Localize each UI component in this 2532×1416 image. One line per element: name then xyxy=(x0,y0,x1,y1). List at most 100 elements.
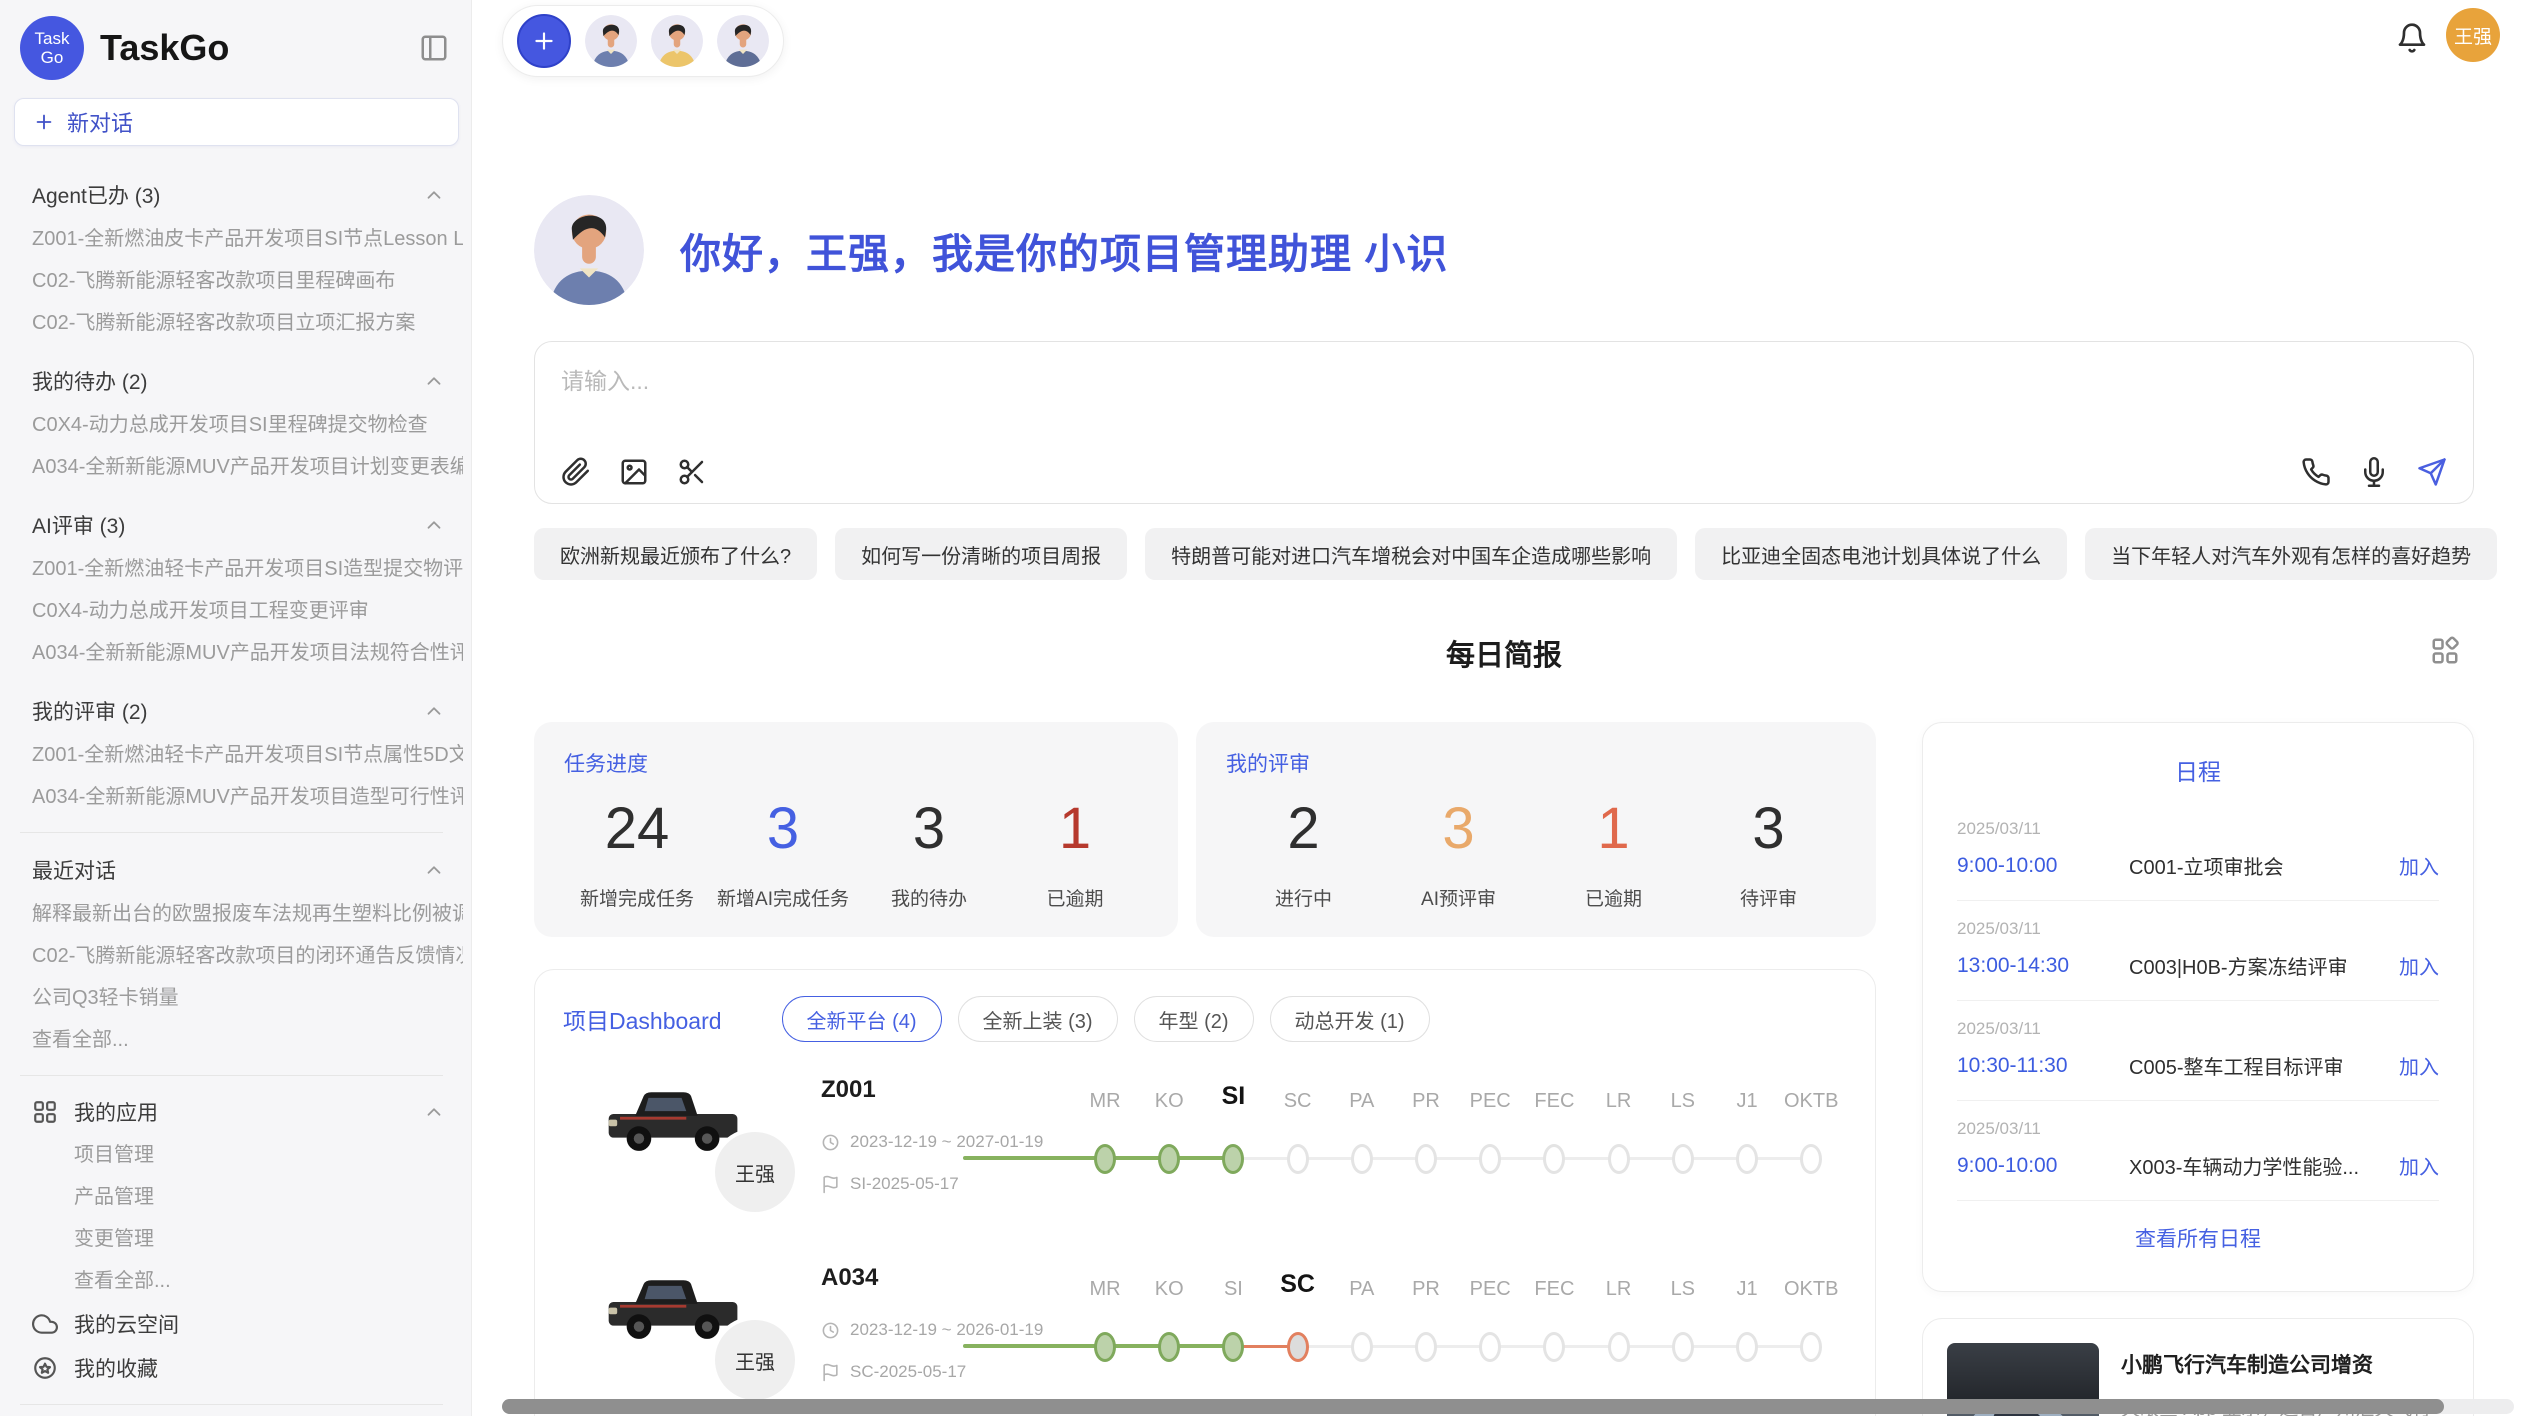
dashboard-filter[interactable]: 全新平台 (4) xyxy=(782,996,942,1042)
chat-composer[interactable]: 请输入... xyxy=(534,341,2474,504)
app-sub-item[interactable]: 变更管理 xyxy=(32,1218,463,1260)
sidebar-item[interactable]: C02-飞腾新能源轻客改款项目里程碑画布 xyxy=(32,260,463,302)
stat-label: AI预评审 xyxy=(1381,884,1536,911)
insert-image-icon[interactable] xyxy=(619,457,649,487)
suggestion-chip[interactable]: 欧洲新规最近颁布了什么? xyxy=(534,528,817,580)
join-event-link[interactable]: 加入 xyxy=(2399,851,2439,880)
notifications-bell-icon[interactable] xyxy=(2396,22,2428,54)
sidebar-item[interactable]: A034-全新新能源MUV产品开发项目造型可行性评审 xyxy=(32,776,463,818)
recent-conversation-item[interactable]: 解释最新出台的欧盟报废车法规再生塑料比例被调至15%... xyxy=(32,893,463,935)
briefing-title: 每日简报 xyxy=(534,632,2474,674)
recent-conversations-header[interactable]: 最近对话 xyxy=(32,847,463,893)
voice-call-icon[interactable] xyxy=(2301,457,2331,487)
microphone-icon[interactable] xyxy=(2359,457,2389,487)
suggestion-chip[interactable]: 当下年轻人对汽车外观有怎样的喜好趋势 xyxy=(2085,528,2497,580)
suggestion-chip[interactable]: 特朗普可能对进口汽车增税会对中国车企造成哪些影响 xyxy=(1145,528,1677,580)
sidebar-item[interactable]: Z001-全新燃油轻卡产品开发项目SI节点属性5D文件评审 xyxy=(32,734,463,776)
sidebar-item-my-apps[interactable]: 我的应用 xyxy=(32,1090,463,1134)
app-logo: Task Go xyxy=(20,16,84,80)
chevron-up-icon[interactable] xyxy=(423,514,445,536)
sidebar-item[interactable]: 我的收藏 xyxy=(32,1346,463,1390)
chevron-up-icon[interactable] xyxy=(423,184,445,206)
sidebar-section-header[interactable]: 我的待办 (2) xyxy=(32,358,463,404)
dashboard-filters: 全新平台 (4) 全新上装 (3) 年型 (2) 动总开发 (1) xyxy=(782,996,1446,1042)
collapse-sidebar-icon[interactable] xyxy=(419,33,449,63)
sidebar-item[interactable]: Z001-全新燃油轻卡产品开发项目SI造型提交物评审 xyxy=(32,548,463,590)
avatar[interactable] xyxy=(651,15,703,67)
milestone-node xyxy=(1351,1144,1373,1174)
chevron-up-icon[interactable] xyxy=(423,1101,445,1123)
dashboard-filter[interactable]: 动总开发 (1) xyxy=(1270,996,1430,1042)
attachment-icon[interactable] xyxy=(561,457,591,487)
sidebar-item[interactable]: C0X4-动力总成开发项目工程变更评审 xyxy=(32,590,463,632)
sidebar-body: Agent已办 (3)Z001-全新燃油皮卡产品开发项目SI节点Lesson L… xyxy=(0,152,471,1416)
layout-grid-icon[interactable] xyxy=(2430,636,2460,666)
dashboard-filter[interactable]: 年型 (2) xyxy=(1134,996,1254,1042)
suggestion-chip[interactable]: 如何写一份清晰的项目周报 xyxy=(835,528,1127,580)
milestone-node xyxy=(1736,1144,1758,1174)
horizontal-scrollbar-thumb[interactable] xyxy=(502,1399,2444,1414)
milestone-node xyxy=(1415,1144,1437,1174)
view-all-schedule-link[interactable]: 查看所有日程 xyxy=(1957,1201,2439,1253)
suggestion-chip[interactable]: 比亚迪全固态电池计划具体说了什么 xyxy=(1695,528,2067,580)
stat-label: 已逾期 xyxy=(1002,884,1148,911)
project-row: 王强 A034 2023-12-19 ~ 2026-01-19 SC-2025-… xyxy=(563,1260,1847,1416)
event-name: C003|H0B-方案冻结评审 xyxy=(2129,951,2399,980)
project-owner-avatar: 王强 xyxy=(711,1316,799,1404)
event-time: 9:00-10:00 xyxy=(1957,854,2129,878)
chevron-up-icon[interactable] xyxy=(423,370,445,392)
chevron-up-icon[interactable] xyxy=(423,700,445,722)
stat-card-title: 任务进度 xyxy=(564,748,1148,778)
send-icon[interactable] xyxy=(2417,457,2447,487)
sidebar-section-header[interactable]: AI评审 (3) xyxy=(32,502,463,548)
milestone-node xyxy=(1479,1332,1501,1362)
recent-conversation-item[interactable]: 查看全部... xyxy=(32,1019,463,1061)
event-name: C005-整车工程目标评审 xyxy=(2129,1051,2399,1080)
milestone-node xyxy=(1287,1332,1309,1362)
sidebar-item[interactable]: C0X4-动力总成开发项目SI里程碑提交物检查 xyxy=(32,404,463,446)
join-event-link[interactable]: 加入 xyxy=(2399,1151,2439,1180)
new-chat-button[interactable]: 新对话 xyxy=(14,98,459,146)
app-sub-item[interactable]: 产品管理 xyxy=(32,1176,463,1218)
app-sub-item[interactable]: 查看全部... xyxy=(32,1260,463,1302)
dashboard-filter[interactable]: 全新上装 (3) xyxy=(958,996,1118,1042)
sidebar-section-header[interactable]: 我的评审 (2) xyxy=(32,688,463,734)
chevron-up-icon[interactable] xyxy=(423,859,445,881)
schedule-events: 2025/03/11 9:00-10:00 C001-立项审批会 加入 2025… xyxy=(1957,801,2439,1201)
milestone-node xyxy=(1351,1332,1373,1362)
screenshot-scissors-icon[interactable] xyxy=(677,457,707,487)
stat-value: 3 xyxy=(1381,796,1536,862)
join-event-link[interactable]: 加入 xyxy=(2399,1051,2439,1080)
milestone-node xyxy=(1222,1332,1244,1362)
user-avatar[interactable]: 王强 xyxy=(2446,8,2500,62)
stat-value: 1 xyxy=(1536,796,1691,862)
schedule-card: 日程 2025/03/11 9:00-10:00 C001-立项审批会 加入 2… xyxy=(1922,722,2474,1292)
milestone-node xyxy=(1672,1144,1694,1174)
app-sub-item[interactable]: 项目管理 xyxy=(32,1134,463,1176)
sidebar-item[interactable]: Z001-全新燃油皮卡产品开发项目SI节点Lesson Learn报告 xyxy=(32,218,463,260)
recent-conversation-item[interactable]: 公司Q3轻卡销量 xyxy=(32,977,463,1019)
schedule-event: 2025/03/11 9:00-10:00 X003-车辆动力学性能验... 加… xyxy=(1957,1101,2439,1201)
stat: 3 新增AI完成任务 xyxy=(710,796,856,911)
sidebar-item[interactable]: A034-全新新能源MUV产品开发项目计划变更表编写 xyxy=(32,446,463,488)
project-owner-avatar: 王强 xyxy=(711,1128,799,1216)
avatar[interactable] xyxy=(717,15,769,67)
project-name: Z001 xyxy=(821,1076,876,1104)
suggestion-chips: 欧洲新规最近颁布了什么? 如何写一份清晰的项目周报特朗普可能对进口汽车增税会对中国… xyxy=(534,528,2474,580)
person-illustration xyxy=(534,195,644,305)
milestone-label: OKTB xyxy=(1769,1090,1853,1113)
main-area: 王强 你好，王强，我是你的项目管理助理 小识 请输入... xyxy=(472,0,2532,1416)
avatar[interactable] xyxy=(585,15,637,67)
plus-icon xyxy=(33,111,55,133)
event-date: 2025/03/11 xyxy=(1957,1119,2439,1139)
recent-conversation-item[interactable]: C02-飞腾新能源轻客改款项目的闭环通告反馈情况 xyxy=(32,935,463,977)
sidebar-item[interactable]: C02-飞腾新能源轻客改款项目立项汇报方案 xyxy=(32,302,463,344)
divider xyxy=(20,1075,443,1076)
add-conversation-button[interactable] xyxy=(517,14,571,68)
sidebar-item[interactable]: A034-全新新能源MUV产品开发项目法规符合性评审 xyxy=(32,632,463,674)
join-event-link[interactable]: 加入 xyxy=(2399,951,2439,980)
sidebar-item[interactable]: 我的云空间 xyxy=(32,1302,463,1346)
stat: 3 我的待办 xyxy=(856,796,1002,911)
stat-label: 我的待办 xyxy=(856,884,1002,911)
sidebar-section-header[interactable]: Agent已办 (3) xyxy=(32,172,463,218)
